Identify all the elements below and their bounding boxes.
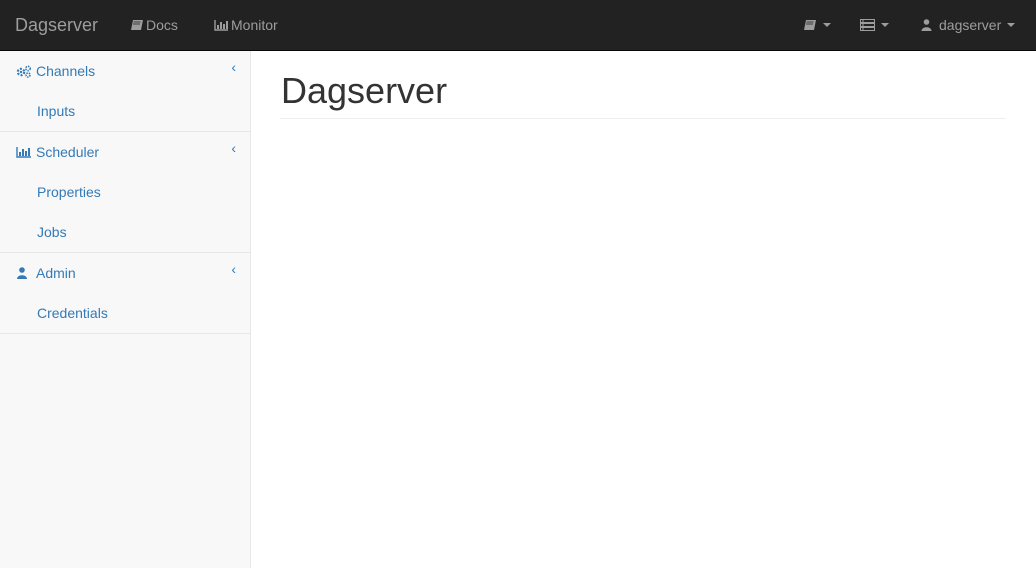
docs-label: Docs [146, 17, 178, 33]
chevron-left-icon: ‹ [231, 140, 236, 156]
sidebar-group-scheduler: Scheduler ‹ Properties Jobs [0, 132, 250, 253]
caret-down-icon [1007, 23, 1016, 27]
list-dropdown-toggle[interactable] [860, 0, 889, 50]
brand-link[interactable]: Dagserver [15, 0, 98, 50]
monitor-label: Monitor [231, 17, 278, 33]
top-navbar: Dagserver Docs Monitor dagserver [0, 0, 1036, 51]
sidebar-item-credentials[interactable]: Credentials [0, 293, 250, 333]
chevron-left-icon: ‹ [231, 261, 236, 277]
main-content: Dagserver [251, 51, 1036, 568]
list-icon [860, 19, 875, 31]
page-title: Dagserver [281, 70, 448, 111]
sidebar: Channels ‹ Inputs Scheduler ‹ Properties… [0, 51, 251, 568]
user-icon [16, 267, 36, 279]
sidebar-group-admin: Admin ‹ Credentials [0, 253, 250, 334]
caret-down-icon [823, 23, 831, 27]
caret-down-icon [881, 23, 889, 27]
sidebar-item-inputs[interactable]: Inputs [0, 91, 250, 131]
sidebar-item-label: Channels [36, 63, 96, 79]
bar-chart-icon [214, 19, 229, 31]
title-divider [280, 118, 1006, 119]
sidebar-item-label: Admin [36, 265, 76, 281]
user-label: dagserver [939, 17, 1002, 33]
book-icon [130, 19, 144, 31]
docs-dropdown-toggle[interactable] [803, 0, 831, 50]
bar-chart-icon [16, 146, 36, 158]
sidebar-item-scheduler[interactable]: Scheduler ‹ [0, 132, 250, 172]
user-icon [921, 19, 932, 31]
sidebar-item-admin[interactable]: Admin ‹ [0, 253, 250, 293]
sidebar-item-channels[interactable]: Channels ‹ [0, 51, 250, 91]
user-dropdown-toggle[interactable]: dagserver [921, 0, 1016, 50]
chevron-left-icon: ‹ [231, 59, 236, 75]
monitor-link[interactable]: Monitor [214, 0, 278, 50]
sidebar-item-properties[interactable]: Properties [0, 172, 250, 212]
cogs-icon [16, 64, 36, 78]
docs-link[interactable]: Docs [130, 0, 178, 50]
book-icon [803, 19, 817, 31]
sidebar-group-channels: Channels ‹ Inputs [0, 51, 250, 132]
sidebar-item-jobs[interactable]: Jobs [0, 212, 250, 252]
sidebar-item-label: Scheduler [36, 144, 100, 160]
